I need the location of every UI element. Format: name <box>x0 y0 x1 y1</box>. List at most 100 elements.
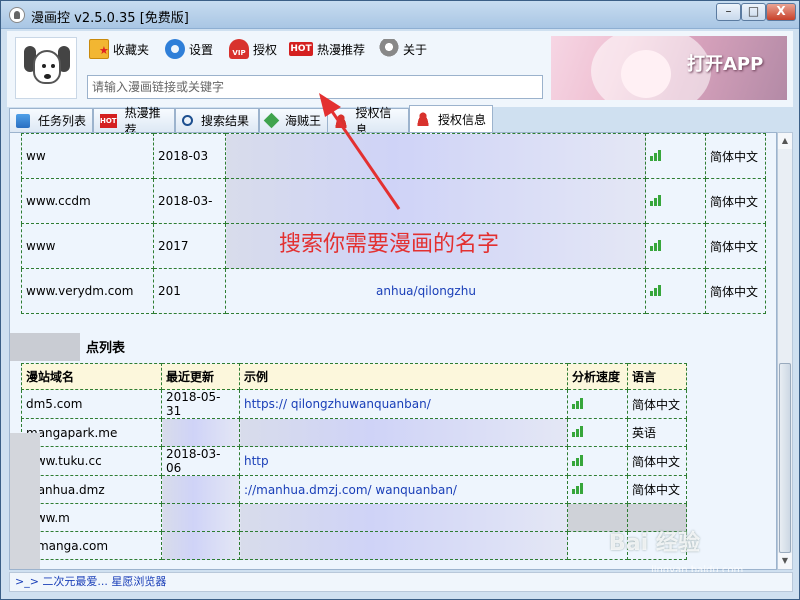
settings-button[interactable]: 设置 <box>165 39 213 59</box>
speed-cell <box>567 418 628 447</box>
site-cell: www <box>21 223 154 269</box>
license-button[interactable]: VIP 授权 <box>229 39 277 59</box>
site-cell: manhua.dmz <box>21 475 162 504</box>
vip-icon: VIP <box>229 39 249 59</box>
tab-search-results[interactable]: 搜索结果 <box>175 108 259 132</box>
hot-recommend-label: 热漫推荐 <box>317 42 366 57</box>
vertical-scrollbar[interactable]: ▲ ▼ <box>777 132 793 570</box>
window-title: 漫画控 v2.5.0.35 [免费版] <box>31 11 189 26</box>
watermark: Bai 经验 <box>609 531 700 556</box>
lang-cell: 简体中文 <box>627 446 687 476</box>
favorites-label: 收藏夹 <box>113 42 150 57</box>
about-icon <box>379 39 399 59</box>
speed-cell <box>645 268 706 314</box>
app-banner[interactable]: 打开APP <box>551 36 787 100</box>
site-cell: mangapark.me <box>21 418 162 447</box>
signal-bars-icon <box>650 239 661 251</box>
status-bar[interactable]: >_> 二次元最爱... 星愿浏览器 <box>9 572 793 592</box>
minimize-button[interactable]: – <box>716 3 741 21</box>
url-cell <box>239 418 568 447</box>
table-row: jpmanga.com <box>21 531 687 560</box>
site-cell: www.tuku.cc <box>21 446 162 476</box>
about-label: 关于 <box>403 42 428 57</box>
speed-cell <box>645 178 706 224</box>
url-link[interactable]: http <box>239 446 568 476</box>
download-icon <box>16 113 30 128</box>
about-button[interactable]: 关于 <box>379 39 427 59</box>
signal-bars-icon <box>572 397 583 409</box>
scroll-thumb[interactable] <box>779 363 791 553</box>
dog-eye-icon <box>51 64 55 68</box>
url-link[interactable]: https:// qilongzhuwanquanban/ <box>239 389 568 419</box>
avatar <box>15 37 77 99</box>
tab-license-info-active[interactable]: 授权信息 <box>409 105 493 132</box>
lang-cell: 简体中文 <box>705 223 766 269</box>
anime-face-image <box>621 50 671 98</box>
site-cell: dm5.com <box>21 389 162 419</box>
tab-label: 搜索结果 <box>201 114 250 128</box>
section-title: 点列表 <box>86 341 126 356</box>
hot-icon: HOT <box>100 113 117 128</box>
site-cell: jpmanga.com <box>21 531 162 560</box>
tab-task-list[interactable]: 任务列表 <box>9 108 93 132</box>
date-cell: 201 <box>153 268 226 314</box>
url-cell <box>225 178 646 224</box>
table-row: www.verydm.com 201 anhua/qilongzhu 简体中文 <box>21 268 766 314</box>
annotation-text: 搜索你需要漫画的名字 <box>279 232 500 257</box>
scroll-up-icon[interactable]: ▲ <box>778 133 792 149</box>
close-button[interactable]: X <box>766 3 796 21</box>
lang-cell: 简体中文 <box>627 389 687 419</box>
signal-bars-icon <box>572 482 583 494</box>
speed-cell <box>645 223 706 269</box>
date-cell: 2017 <box>153 223 226 269</box>
hot-recommend-button[interactable]: HOT 热漫推荐 <box>289 39 365 59</box>
date-cell <box>161 503 240 532</box>
signal-bars-icon <box>650 284 661 296</box>
column-header: 分析速度 <box>567 363 628 390</box>
url-cell <box>239 531 568 560</box>
date-cell: 2018-05-31 <box>161 389 240 419</box>
url-link[interactable]: anhua/qilongzhu <box>225 268 646 314</box>
site-cell: www.verydm.com <box>21 268 154 314</box>
user-icon <box>416 112 430 126</box>
url-link[interactable]: ://manhua.dmzj.com/ wanquanban/ <box>239 475 568 504</box>
lang-cell: 简体中文 <box>627 475 687 504</box>
lang-cell: 简体中文 <box>705 178 766 224</box>
tab-label: 授权信息 <box>438 112 487 127</box>
url-cell <box>239 503 568 532</box>
mosaic-block <box>10 333 80 361</box>
title-bar: 漫画控 v2.5.0.35 [免费版] – □ X <box>1 1 799 29</box>
app-icon <box>9 7 25 23</box>
date-cell: 2018-03- <box>153 178 226 224</box>
date-cell <box>161 418 240 447</box>
tab-hot-recommend[interactable]: HOT 热漫推荐 <box>93 106 175 137</box>
column-header: 语言 <box>627 363 687 390</box>
site-cell: www.ccdm <box>21 178 154 224</box>
favorites-button[interactable]: 收藏夹 <box>89 39 149 59</box>
column-header: 漫站域名 <box>21 363 162 390</box>
date-cell <box>161 531 240 560</box>
speed-cell <box>645 133 706 179</box>
date-cell <box>161 475 240 504</box>
signal-bars-icon <box>572 454 583 466</box>
hot-icon: HOT <box>289 42 313 56</box>
folder-star-icon <box>89 39 109 59</box>
dog-eye-icon <box>42 64 46 68</box>
tab-label: 任务列表 <box>38 114 87 128</box>
gear-icon <box>165 39 185 59</box>
magnifier-icon <box>182 115 193 126</box>
date-cell: 2018-03 <box>153 133 226 179</box>
speed-cell <box>567 475 628 504</box>
speed-cell <box>567 389 628 419</box>
speed-cell <box>567 446 628 476</box>
app-window: 漫画控 v2.5.0.35 [免费版] – □ X 收藏夹 设置 VIP 授权 … <box>0 0 800 600</box>
signal-bars-icon <box>650 149 661 161</box>
dog-nose-icon <box>44 74 51 79</box>
table-row: mangapark.me 英语 <box>21 418 687 447</box>
settings-label: 设置 <box>189 42 214 57</box>
column-header: 示例 <box>239 363 568 390</box>
scroll-down-icon[interactable]: ▼ <box>778 553 792 569</box>
diamond-icon <box>263 112 280 129</box>
maximize-button[interactable]: □ <box>741 3 766 21</box>
license-label: 授权 <box>253 42 278 57</box>
